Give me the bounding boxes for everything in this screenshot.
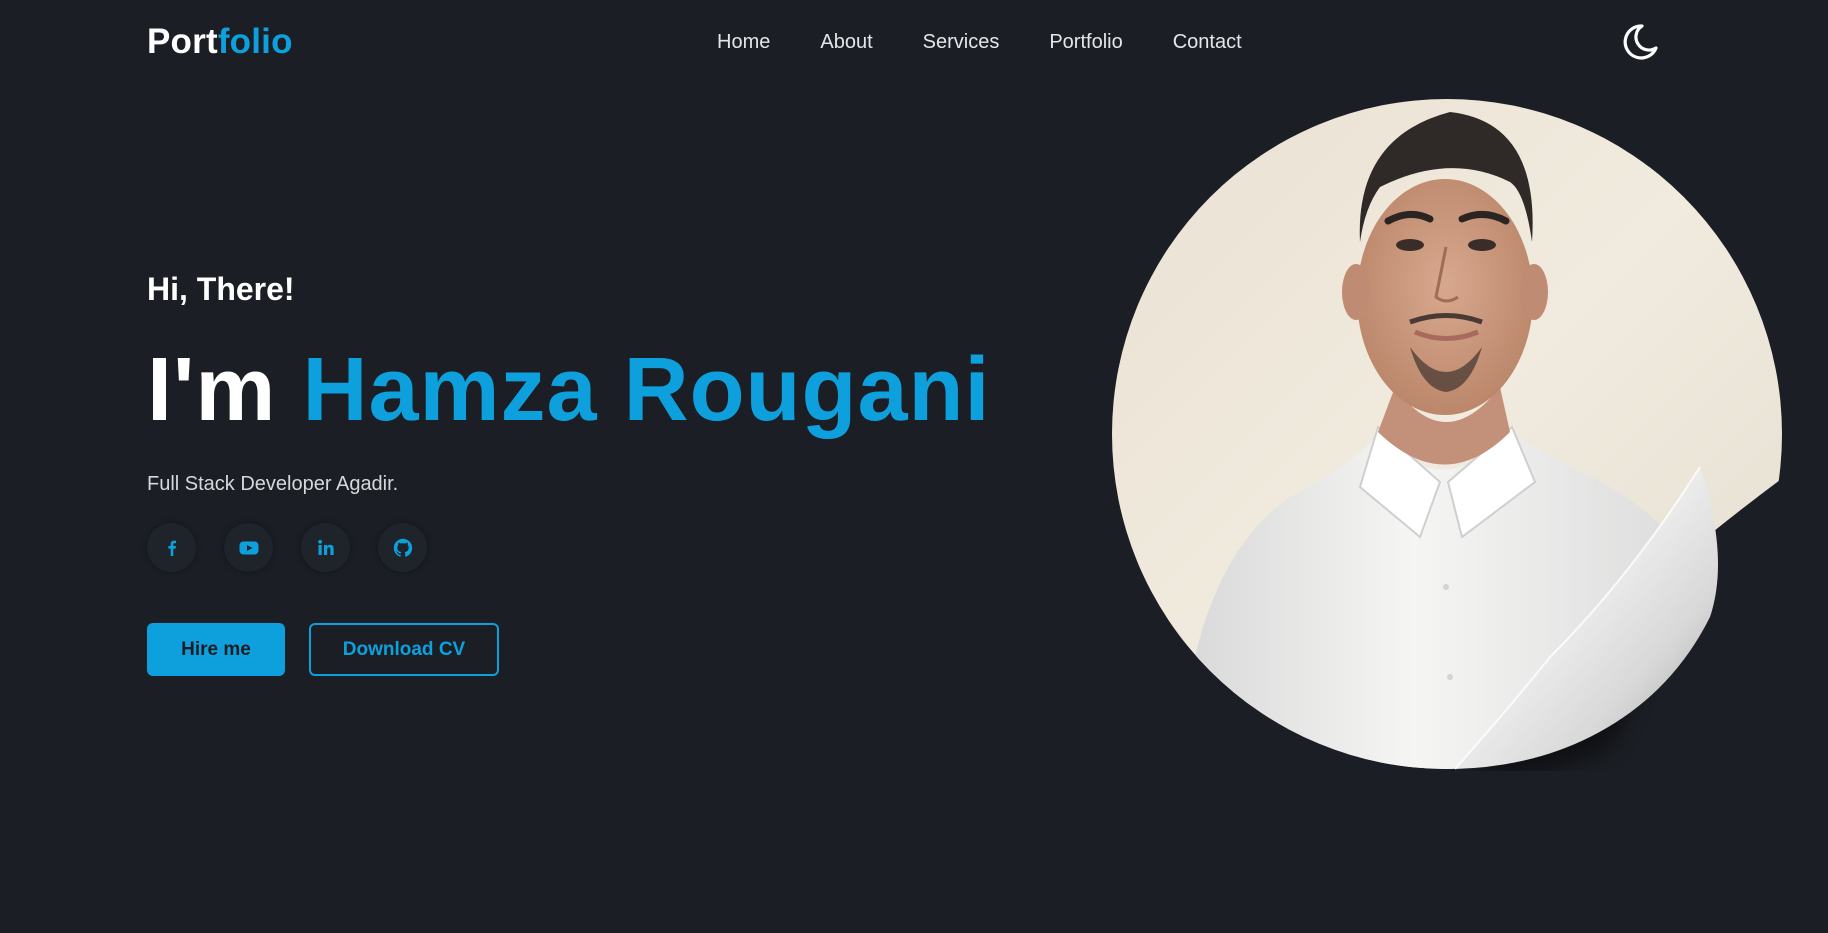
page: Portfolio Home About Services Portfolio …	[0, 0, 1828, 933]
hero-greeting: Hi, There!	[147, 271, 295, 307]
profile-photo-graphic	[1112, 99, 1782, 771]
logo-part-2: folio	[217, 22, 293, 61]
hire-me-button[interactable]: Hire me	[147, 623, 285, 676]
download-cv-button[interactable]: Download CV	[309, 623, 499, 676]
main-nav: Home About Services Portfolio Contact	[717, 30, 1242, 54]
hero-name: Hamza Rougani	[302, 340, 991, 440]
hero-actions: Hire me Download CV	[147, 623, 499, 676]
theme-toggle-button[interactable]	[1620, 22, 1660, 62]
github-link[interactable]	[378, 523, 427, 572]
profile-photo	[1110, 97, 1784, 771]
logo[interactable]: Portfolio	[147, 22, 293, 62]
nav-item-about[interactable]: About	[820, 30, 872, 54]
moon-icon	[1623, 24, 1658, 60]
logo-part-1: Port	[147, 22, 218, 61]
hero-subtitle: Full Stack Developer Agadir.	[147, 473, 399, 495]
linkedin-link[interactable]	[301, 523, 350, 572]
facebook-icon	[167, 540, 176, 556]
youtube-link[interactable]	[224, 523, 273, 572]
youtube-icon	[239, 541, 258, 554]
facebook-link[interactable]	[147, 523, 196, 572]
hero-headline: I'm Hamza Rougani	[147, 340, 991, 440]
nav-item-home[interactable]: Home	[717, 30, 770, 54]
nav-item-services[interactable]: Services	[923, 30, 1000, 54]
social-links	[147, 523, 427, 572]
nav-item-portfolio[interactable]: Portfolio	[1049, 30, 1122, 54]
linkedin-icon	[317, 539, 334, 555]
github-icon	[393, 538, 412, 557]
nav-item-contact[interactable]: Contact	[1173, 30, 1242, 54]
hero-im: I'm	[147, 340, 277, 440]
